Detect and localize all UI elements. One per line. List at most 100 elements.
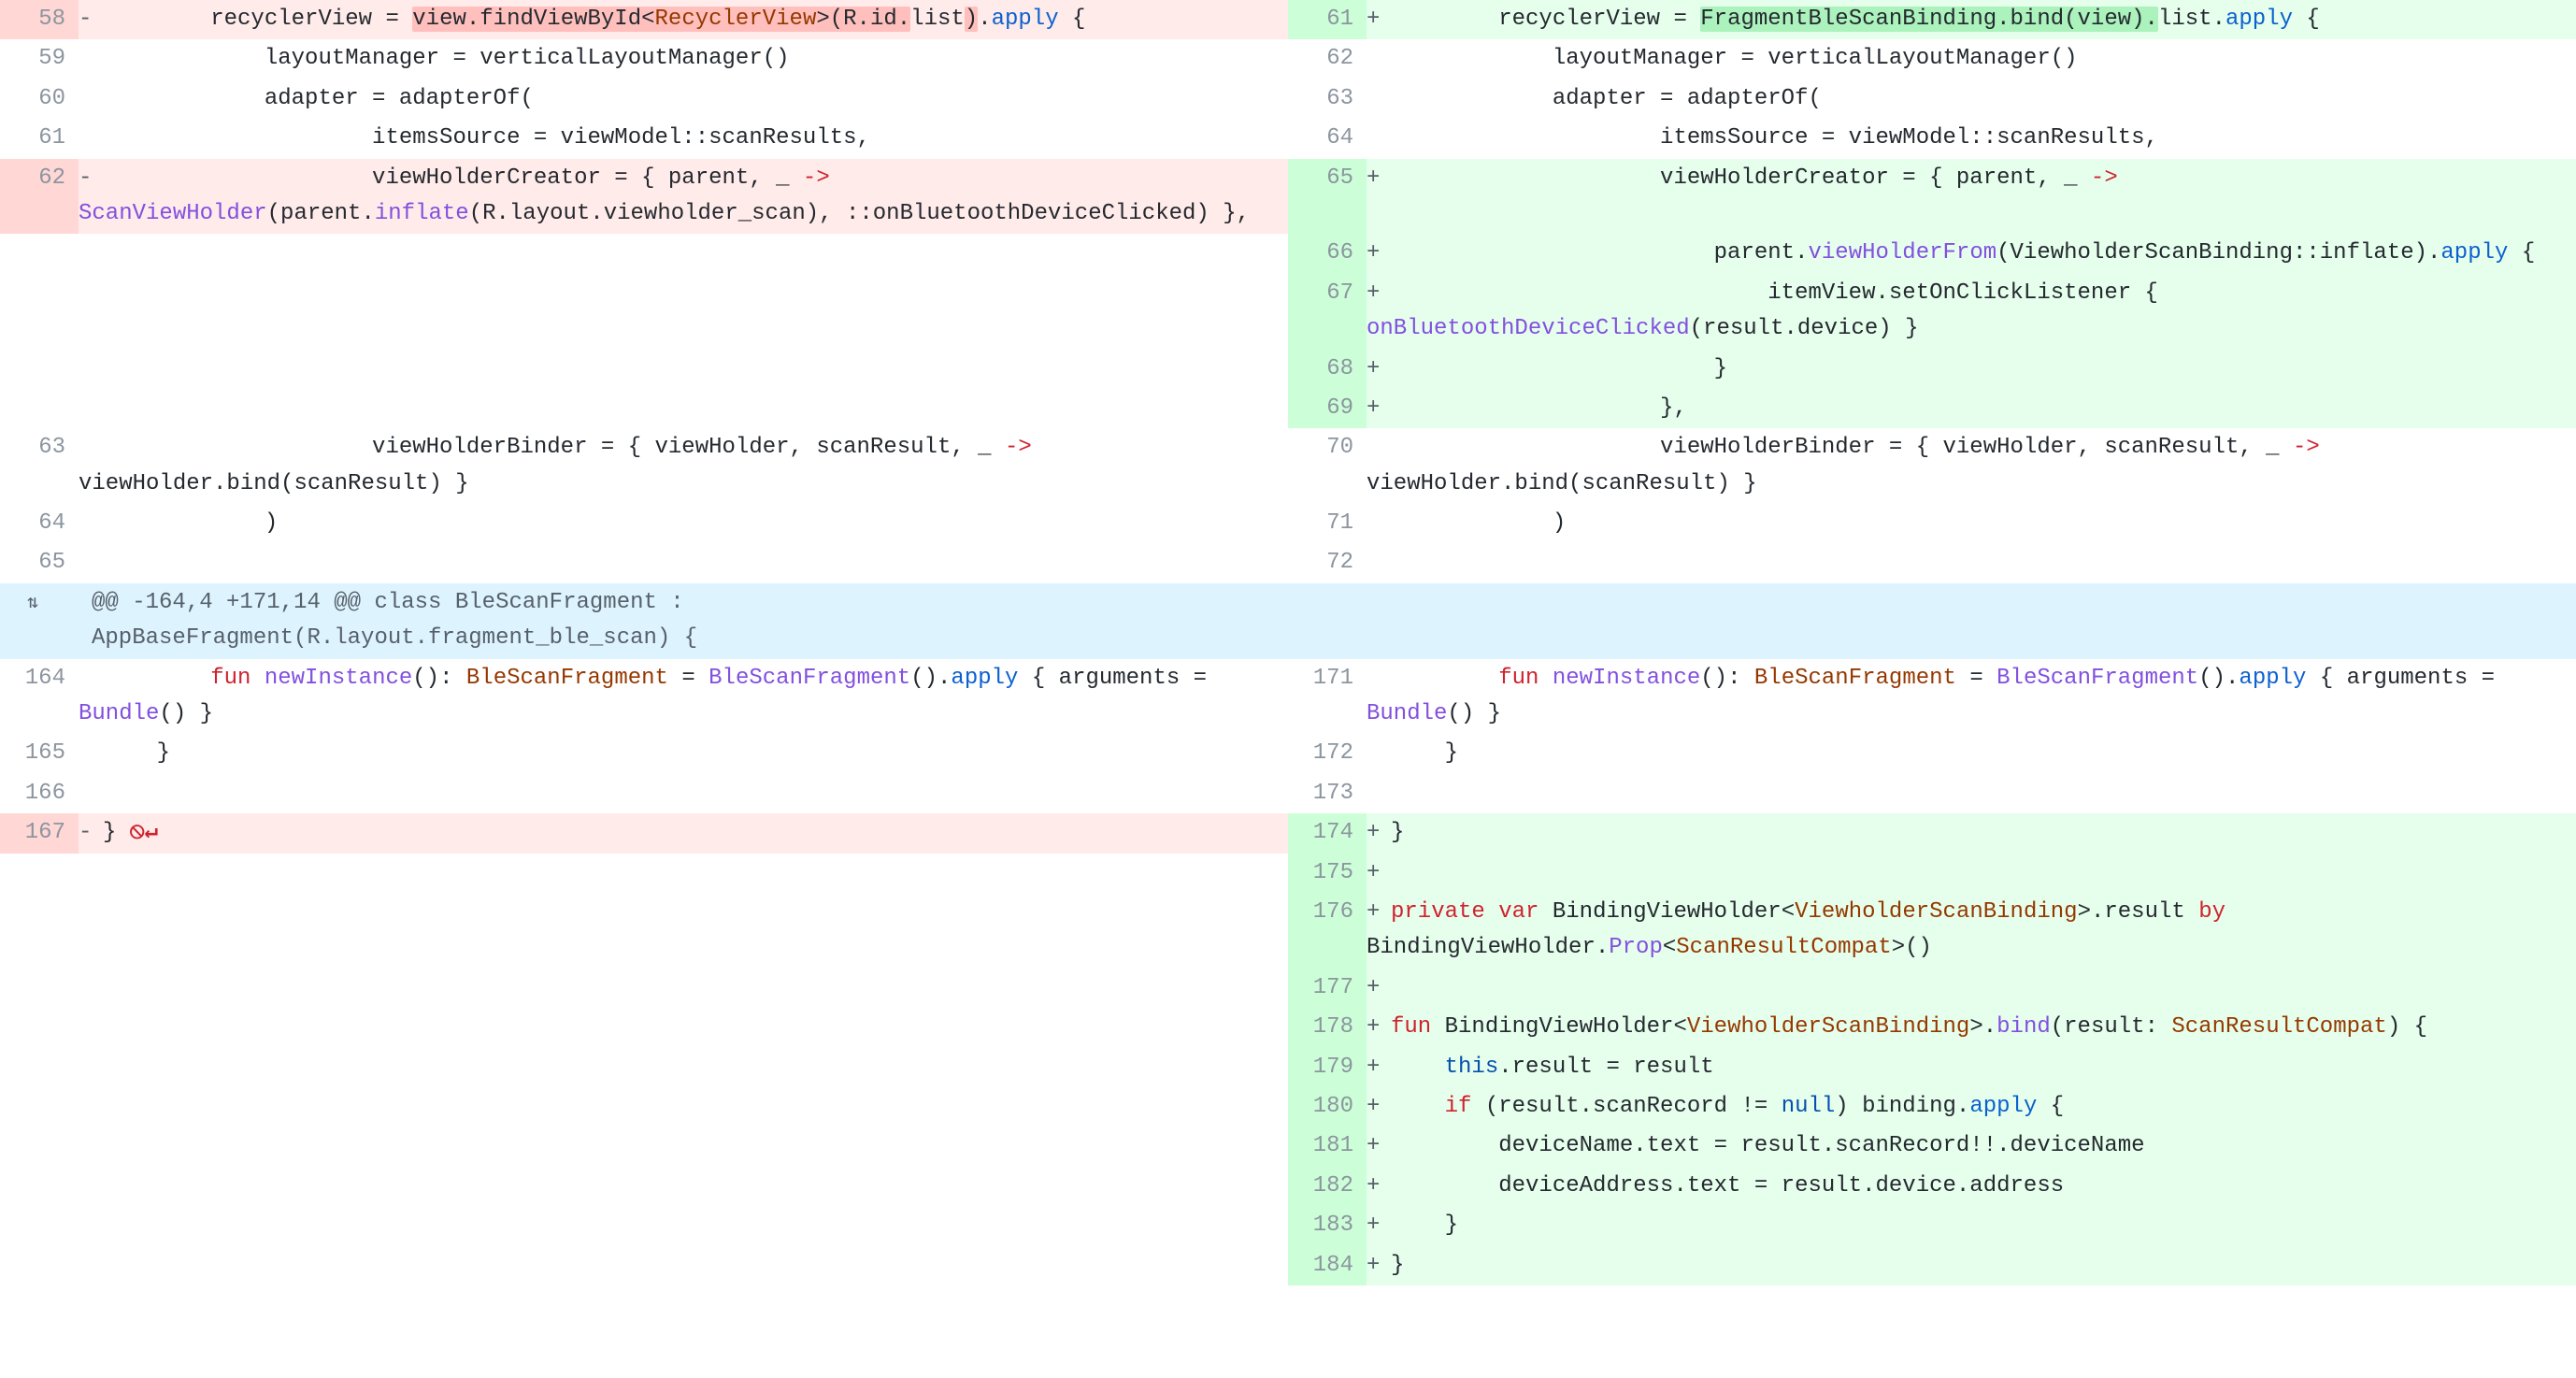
- code-right[interactable]: + if (result.scanRecord != null) binding…: [1367, 1087, 2576, 1127]
- diff-row: 67 + itemView.setOnClickListener { onBlu…: [0, 274, 2576, 350]
- code-right[interactable]: +}: [1367, 1246, 2576, 1285]
- code-right[interactable]: +private var BindingViewHolder<Viewholde…: [1367, 893, 2576, 969]
- code-right[interactable]: ): [1367, 504, 2576, 543]
- line-number-right[interactable]: 65: [1288, 159, 1367, 235]
- code-left: [79, 1048, 1288, 1087]
- line-number-right[interactable]: 171: [1288, 659, 1367, 735]
- diff-view: 58 - recyclerView = view.findViewById<Re…: [0, 0, 2576, 1285]
- line-number-left[interactable]: 62: [0, 159, 79, 235]
- line-number-right[interactable]: 172: [1288, 734, 1367, 773]
- line-number-right[interactable]: 181: [1288, 1127, 1367, 1166]
- expand-hunk-button[interactable]: ⇅: [0, 583, 79, 659]
- line-number-right[interactable]: 174: [1288, 813, 1367, 853]
- line-number-left: [0, 234, 79, 273]
- code-right[interactable]: + itemView.setOnClickListener { onBlueto…: [1367, 274, 2576, 350]
- code-left[interactable]: adapter = adapterOf(: [79, 79, 1288, 119]
- code-left[interactable]: }: [79, 734, 1288, 773]
- code-right[interactable]: viewHolderBinder = { viewHolder, scanRes…: [1367, 428, 2576, 504]
- code-left[interactable]: itemsSource = viewModel::scanResults,: [79, 119, 1288, 158]
- code-left[interactable]: -} ⦸↵: [79, 813, 1288, 853]
- line-number-right[interactable]: 182: [1288, 1167, 1367, 1206]
- code-right[interactable]: + deviceAddress.text = result.device.add…: [1367, 1167, 2576, 1206]
- diff-row: 63 viewHolderBinder = { viewHolder, scan…: [0, 428, 2576, 504]
- line-number-left: [0, 1127, 79, 1166]
- code-right[interactable]: +: [1367, 969, 2576, 1008]
- code-left[interactable]: - recyclerView = view.findViewById<Recyc…: [79, 0, 1288, 39]
- code-left[interactable]: - viewHolderCreator = { parent, _ -> Sca…: [79, 159, 1288, 235]
- line-number-right[interactable]: 63: [1288, 79, 1367, 119]
- code-right[interactable]: +}: [1367, 813, 2576, 853]
- diff-row: 164 fun newInstance(): BleScanFragment =…: [0, 659, 2576, 735]
- code-right[interactable]: + },: [1367, 389, 2576, 428]
- code-right[interactable]: + viewHolderCreator = { parent, _ ->: [1367, 159, 2576, 235]
- line-number-right[interactable]: 176: [1288, 893, 1367, 969]
- line-number-right[interactable]: 180: [1288, 1087, 1367, 1127]
- line-number-left: [0, 1246, 79, 1285]
- diff-row: 62 - viewHolderCreator = { parent, _ -> …: [0, 159, 2576, 235]
- code-right[interactable]: + parent.viewHolderFrom(ViewholderScanBi…: [1367, 234, 2576, 273]
- line-number-left[interactable]: 165: [0, 734, 79, 773]
- code-right[interactable]: +: [1367, 854, 2576, 893]
- line-number-left: [0, 1008, 79, 1047]
- diff-row: 69 + },: [0, 389, 2576, 428]
- code-left: [79, 1008, 1288, 1047]
- line-number-left[interactable]: 65: [0, 543, 79, 582]
- line-number-left[interactable]: 64: [0, 504, 79, 543]
- line-number-right[interactable]: 61: [1288, 0, 1367, 39]
- line-number-left: [0, 1167, 79, 1206]
- line-number-right[interactable]: 177: [1288, 969, 1367, 1008]
- line-number-left[interactable]: 167: [0, 813, 79, 853]
- line-number-left[interactable]: 61: [0, 119, 79, 158]
- line-number-right[interactable]: 62: [1288, 39, 1367, 79]
- line-number-right[interactable]: 173: [1288, 774, 1367, 813]
- code-right[interactable]: [1367, 774, 2576, 813]
- diff-row: 64 ) 71 ): [0, 504, 2576, 543]
- diff-row: 181 + deviceName.text = result.scanRecor…: [0, 1127, 2576, 1166]
- line-number-right[interactable]: 68: [1288, 350, 1367, 389]
- line-number-right[interactable]: 70: [1288, 428, 1367, 504]
- line-number-left[interactable]: 164: [0, 659, 79, 735]
- code-left[interactable]: [79, 774, 1288, 813]
- line-number-left: [0, 350, 79, 389]
- line-number-right[interactable]: 175: [1288, 854, 1367, 893]
- diff-row: 68 + }: [0, 350, 2576, 389]
- line-number-right[interactable]: 66: [1288, 234, 1367, 273]
- code-left[interactable]: ): [79, 504, 1288, 543]
- line-number-right[interactable]: 183: [1288, 1206, 1367, 1245]
- code-right[interactable]: layoutManager = verticalLayoutManager(): [1367, 39, 2576, 79]
- code-right[interactable]: + recyclerView = FragmentBleScanBinding.…: [1367, 0, 2576, 39]
- line-number-right[interactable]: 71: [1288, 504, 1367, 543]
- code-left[interactable]: layoutManager = verticalLayoutManager(): [79, 39, 1288, 79]
- code-right[interactable]: [1367, 543, 2576, 582]
- line-number-left[interactable]: 63: [0, 428, 79, 504]
- code-left: [79, 1087, 1288, 1127]
- code-right[interactable]: itemsSource = viewModel::scanResults,: [1367, 119, 2576, 158]
- line-number-left[interactable]: 166: [0, 774, 79, 813]
- code-right[interactable]: + }: [1367, 350, 2576, 389]
- code-left: [79, 350, 1288, 389]
- diff-row: 60 adapter = adapterOf( 63 adapter = ada…: [0, 79, 2576, 119]
- line-number-left: [0, 854, 79, 893]
- code-left[interactable]: fun newInstance(): BleScanFragment = Ble…: [79, 659, 1288, 735]
- line-number-right[interactable]: 72: [1288, 543, 1367, 582]
- code-right[interactable]: }: [1367, 734, 2576, 773]
- code-right[interactable]: + deviceName.text = result.scanRecord!!.…: [1367, 1127, 2576, 1166]
- code-right[interactable]: adapter = adapterOf(: [1367, 79, 2576, 119]
- line-number-right[interactable]: 67: [1288, 274, 1367, 350]
- code-left[interactable]: viewHolderBinder = { viewHolder, scanRes…: [79, 428, 1288, 504]
- line-number-left[interactable]: 58: [0, 0, 79, 39]
- code-right[interactable]: +fun BindingViewHolder<ViewholderScanBin…: [1367, 1008, 2576, 1047]
- line-number-right[interactable]: 69: [1288, 389, 1367, 428]
- line-number-right[interactable]: 178: [1288, 1008, 1367, 1047]
- code-left: [79, 969, 1288, 1008]
- code-left[interactable]: [79, 543, 1288, 582]
- code-right[interactable]: + }: [1367, 1206, 2576, 1245]
- code-right[interactable]: + this.result = result: [1367, 1048, 2576, 1087]
- code-right[interactable]: fun newInstance(): BleScanFragment = Ble…: [1367, 659, 2576, 735]
- line-number-left: [0, 969, 79, 1008]
- line-number-left[interactable]: 59: [0, 39, 79, 79]
- line-number-left[interactable]: 60: [0, 79, 79, 119]
- line-number-right[interactable]: 179: [1288, 1048, 1367, 1087]
- line-number-right[interactable]: 184: [1288, 1246, 1367, 1285]
- line-number-right[interactable]: 64: [1288, 119, 1367, 158]
